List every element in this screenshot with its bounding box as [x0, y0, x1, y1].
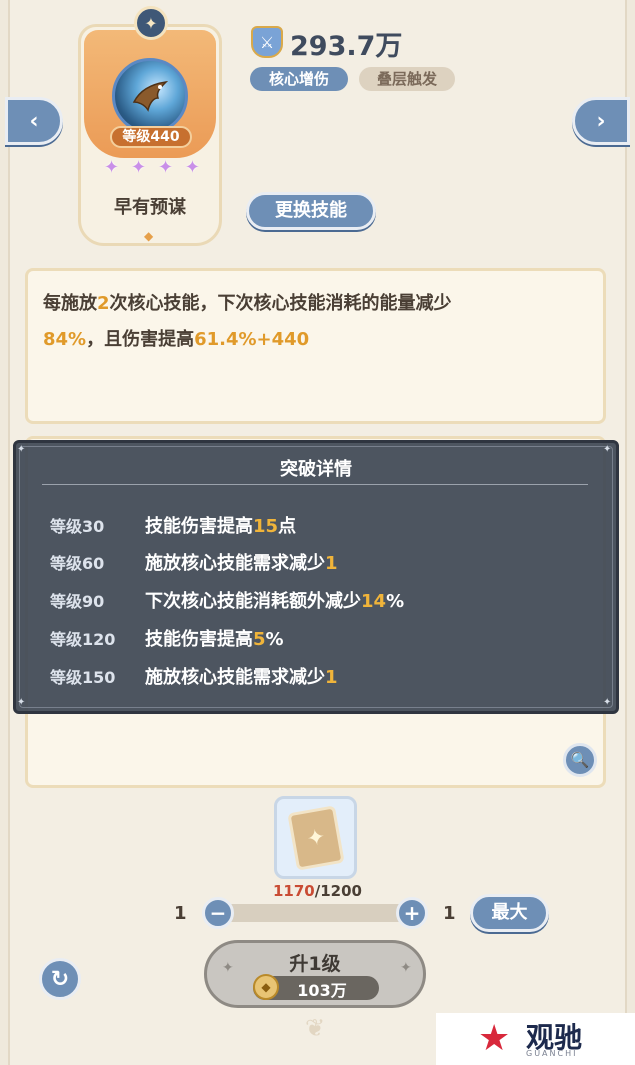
tag-stack-trigger: 叠层触发	[359, 67, 455, 91]
eagle-glyph	[132, 80, 169, 112]
breakthrough-level: 等级90	[50, 592, 105, 611]
effect-suffix: 点	[278, 516, 297, 537]
corner-ornament-icon: ✦	[17, 444, 26, 455]
quantity-min: 1	[174, 903, 187, 924]
effect-text: 技能伤害提高	[145, 516, 253, 537]
corner-ornament-icon: ✦	[603, 697, 612, 708]
star-rating: ✦ ✦ ✦ ✦	[104, 158, 200, 178]
desc-value: 61.4%+440	[194, 329, 310, 350]
chevron-left-icon: ‹	[29, 108, 39, 134]
breakthrough-row: 等级90 下次核心技能消耗额外减少14%	[50, 587, 590, 613]
breakthrough-effect: 技能伤害提高5%	[145, 625, 284, 651]
zoom-button[interactable]: 🔍	[563, 743, 597, 777]
breakthrough-effect: 下次核心技能消耗额外减少14%	[145, 587, 404, 613]
breakthrough-effect: 施放核心技能需求减少1	[145, 549, 338, 575]
compass-star-icon: ✦	[134, 6, 168, 40]
star-icon: ✦	[104, 157, 120, 178]
breakthrough-level: 等级60	[50, 554, 105, 573]
quantity-max: 1	[443, 903, 456, 924]
effect-text: 施放核心技能需求减少	[145, 553, 325, 574]
desc-part: ，且伤害提高	[86, 329, 195, 350]
star-icon: ✦	[130, 157, 147, 178]
star-icon: ✦	[157, 157, 174, 178]
effect-value: 1	[325, 667, 338, 688]
effect-value: 5	[253, 629, 266, 650]
skill-name: 早有预谋	[114, 197, 186, 218]
divider	[42, 484, 588, 485]
upgrade-label: 升1级	[289, 953, 341, 975]
change-skill-button[interactable]: 更换技能	[246, 192, 376, 230]
refresh-icon: ↻	[50, 966, 70, 992]
material-item[interactable]: ✦	[274, 796, 357, 879]
breakthrough-level: 等级120	[50, 630, 116, 649]
minus-icon: −	[209, 901, 227, 925]
watermark-subtext: GUANCHI	[526, 1049, 578, 1058]
effect-text: 技能伤害提高	[145, 629, 253, 650]
upgrade-cost: 103万	[297, 981, 347, 1000]
breakthrough-row: 等级30 技能伤害提高15点	[50, 512, 590, 538]
minus-button[interactable]: −	[202, 897, 234, 929]
eagle-icon	[112, 58, 188, 134]
material-required: 1200	[320, 882, 362, 900]
plus-icon: +	[403, 901, 421, 925]
breakthrough-level: 等级30	[50, 517, 105, 536]
zoom-icon: 🔍	[570, 751, 590, 769]
breakthrough-effect: 施放核心技能需求减少1	[145, 663, 338, 689]
star-logo-icon: ★	[478, 1018, 511, 1059]
breakthrough-row: 等级120 技能伤害提高5%	[50, 625, 590, 651]
diamond-icon: ◆	[144, 229, 154, 243]
desc-part: 每施放	[43, 293, 97, 314]
skill-book-icon: ✦	[286, 804, 345, 871]
tag-core-damage: 核心增伤	[250, 67, 348, 91]
prev-skill-button[interactable]: ‹	[5, 97, 63, 145]
effect-text: 下次核心技能消耗额外减少	[145, 591, 361, 612]
breakthrough-effect: 技能伤害提高15点	[145, 512, 296, 538]
material-owned: 1170	[273, 882, 315, 900]
breakthrough-row: 等级60 施放核心技能需求减少1	[50, 549, 590, 575]
breakthrough-row: 等级150 施放核心技能需求减少1	[50, 663, 590, 689]
power-value: 293.7万	[290, 31, 403, 62]
desc-value: 2	[97, 293, 110, 314]
material-count: 1170/1200	[273, 882, 362, 900]
skill-description: 每施放2次核心技能，下次核心技能消耗的能量减少 84%，且伤害提高61.4%+4…	[43, 286, 583, 358]
effect-value: 1	[325, 553, 338, 574]
effect-text: 施放核心技能需求减少	[145, 667, 325, 688]
shield-sword-icon: ⚔	[251, 26, 283, 58]
popup-title: 突破详情	[280, 459, 352, 480]
corner-ornament-icon: ✦	[603, 444, 612, 455]
effect-suffix: %	[386, 591, 405, 612]
effect-value: 15	[253, 516, 279, 537]
corner-ornament-icon: ✦	[17, 697, 26, 708]
effect-value: 14	[361, 591, 387, 612]
coin-icon: ◆	[253, 974, 279, 1000]
breakthrough-level: 等级150	[50, 668, 116, 687]
skill-level-badge: 等级440	[110, 126, 192, 148]
quantity-slider[interactable]	[214, 904, 414, 922]
effect-suffix: %	[265, 629, 284, 650]
next-skill-button[interactable]: ›	[572, 97, 630, 145]
chevron-right-icon: ›	[596, 108, 606, 134]
plus-button[interactable]: +	[396, 897, 428, 929]
star-icon: ✦	[184, 157, 200, 178]
refresh-button[interactable]: ↻	[39, 958, 81, 1000]
bottom-ornament-icon: ❦	[304, 1014, 326, 1042]
max-button[interactable]: 最大	[470, 894, 549, 932]
desc-part: 次核心技能，下次核心技能消耗的能量减少	[109, 293, 452, 314]
desc-value: 84%	[43, 329, 87, 350]
